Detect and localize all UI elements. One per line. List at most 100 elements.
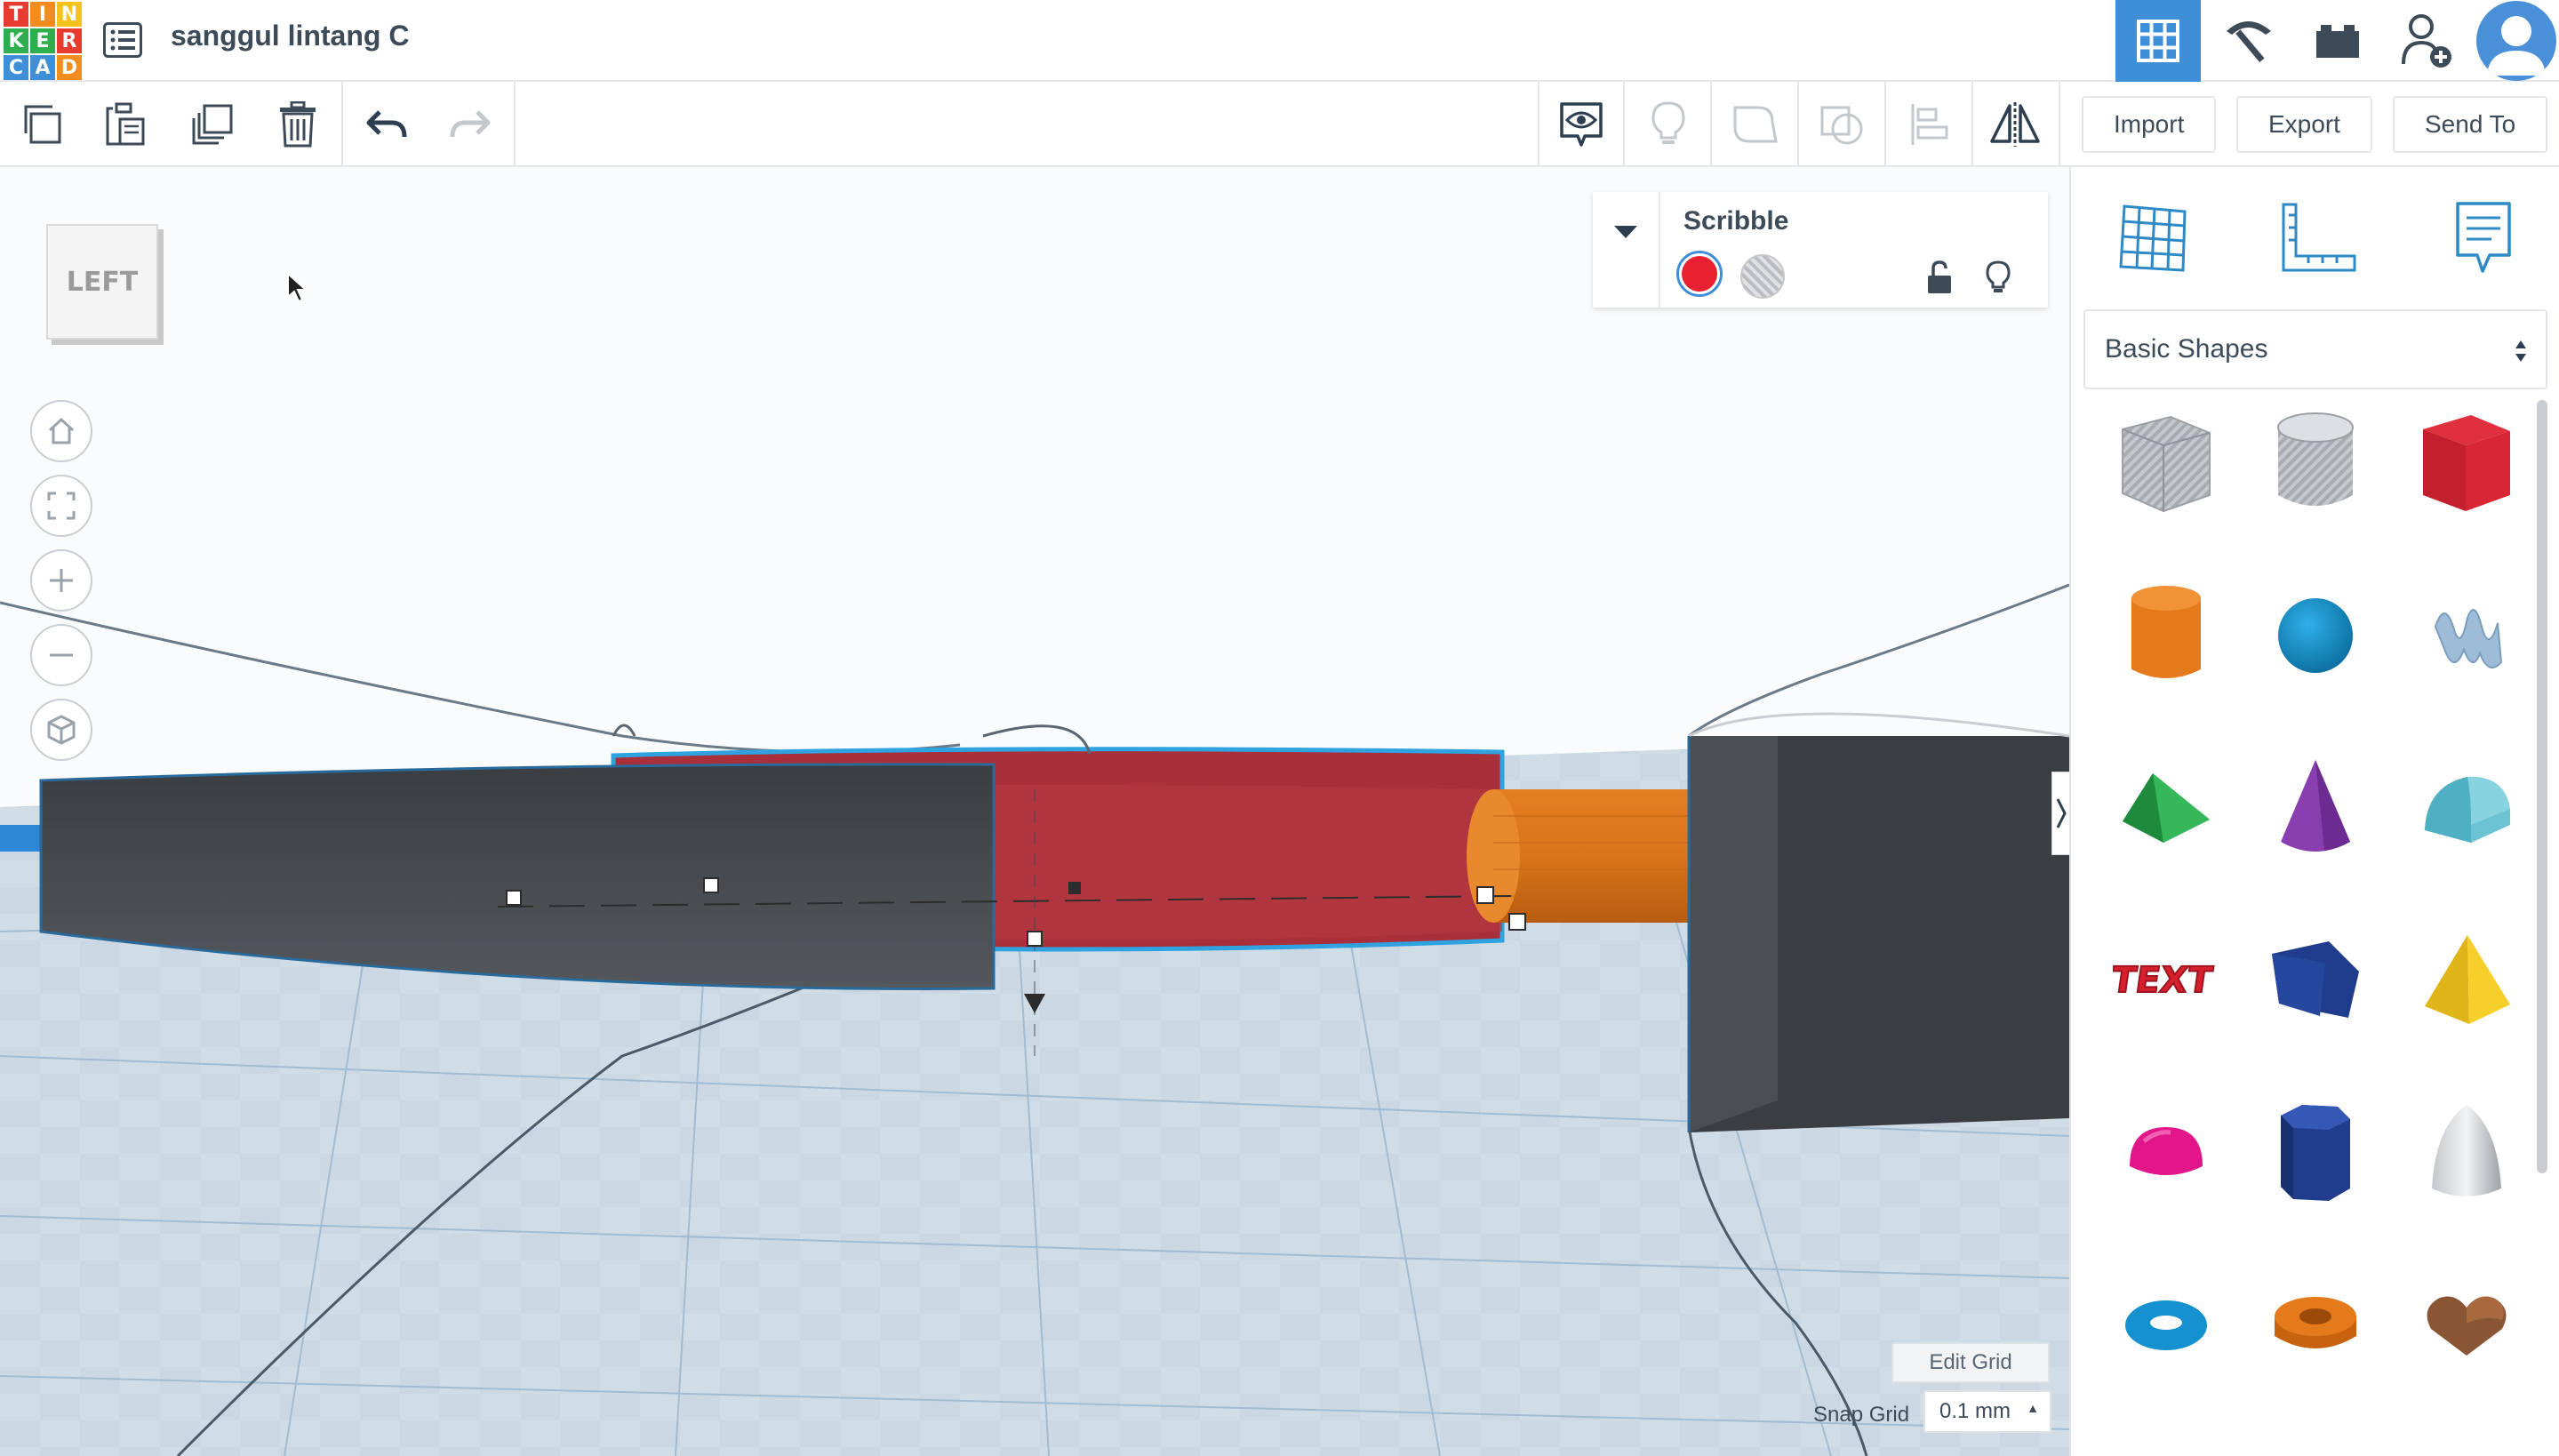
view-cube[interactable]: LEFT	[46, 224, 167, 345]
tinkercad-logo[interactable]: T I N K E R C A D	[2, 0, 82, 80]
fit-view-button[interactable]	[30, 475, 92, 537]
codeblocks-button[interactable]	[2206, 0, 2291, 82]
show-all-button[interactable]	[1637, 94, 1699, 155]
solid-color-swatch[interactable]	[1676, 251, 1723, 297]
zoom-out-button[interactable]	[30, 624, 92, 686]
toolbar-divider	[1971, 82, 1973, 167]
design-list-button[interactable]	[100, 18, 146, 62]
text-shape-icon: TEXT	[2113, 959, 2216, 1002]
shape-round-roof[interactable]	[2409, 750, 2524, 866]
undo-button[interactable]	[356, 94, 418, 155]
logo-letter: D	[57, 55, 82, 80]
invite-user-icon	[2402, 14, 2451, 68]
send-to-button[interactable]: Send To	[2393, 96, 2548, 153]
copy-button[interactable]	[11, 94, 73, 155]
user-avatar-button[interactable]	[2473, 0, 2559, 82]
edit-grid-button[interactable]: Edit Grid	[1891, 1342, 2050, 1383]
3d-design-button[interactable]	[2115, 0, 2201, 82]
shape-scribble[interactable]	[2409, 578, 2524, 693]
toolbar-divider	[514, 82, 516, 167]
snap-grid-select[interactable]: 0.1 mm ▲	[1923, 1390, 2051, 1433]
shape-pyramid[interactable]	[2409, 923, 2524, 1038]
zoom-in-button[interactable]	[30, 549, 92, 612]
align-icon	[1911, 104, 1948, 145]
shape-text[interactable]: TEXT	[2108, 923, 2224, 1038]
toolbar-divider	[1710, 82, 1712, 167]
logo-letter: T	[4, 2, 28, 27]
shape-box-hole[interactable]	[2108, 405, 2224, 521]
shape-box[interactable]	[2409, 405, 2524, 521]
paste-button[interactable]	[94, 94, 156, 155]
lock-button[interactable]	[1922, 258, 1957, 297]
ungroup-icon	[1820, 106, 1863, 145]
shape-category-select[interactable]: Basic Shapes	[2083, 309, 2547, 389]
delete-button[interactable]	[267, 94, 329, 155]
ungroup-button[interactable]	[1811, 94, 1874, 155]
polygon-prism-icon	[2272, 941, 2359, 1018]
hide-button[interactable]	[1980, 258, 2016, 297]
paste-icon	[106, 102, 145, 146]
import-button[interactable]: Import	[2082, 96, 2217, 153]
torus-icon	[2125, 1300, 2207, 1350]
view-cube-face[interactable]: LEFT	[46, 224, 158, 340]
trash-icon	[280, 101, 316, 148]
gray-box-shape[interactable]	[1687, 712, 2069, 1132]
shape-heart[interactable]	[2409, 1268, 2524, 1383]
workplane-button[interactable]	[2108, 194, 2197, 283]
ruler-button[interactable]	[2274, 194, 2363, 283]
list-icon	[103, 22, 142, 58]
paraboloid-icon	[2432, 1105, 2501, 1196]
center-handle[interactable]	[1068, 882, 1081, 894]
snap-grid-label: Snap Grid	[1813, 1403, 1910, 1427]
perspective-button[interactable]	[30, 699, 92, 761]
invite-user-button[interactable]	[2384, 0, 2469, 82]
home-view-button[interactable]	[30, 400, 92, 462]
logo-letter: R	[57, 28, 82, 53]
hole-mode-swatch[interactable]	[1740, 254, 1785, 299]
logo-letter: K	[4, 28, 28, 53]
panel-scrollbar[interactable]	[2537, 400, 2547, 1173]
roof-icon	[2123, 773, 2210, 843]
mouse-cursor	[287, 272, 308, 303]
shape-hexagonal-prism[interactable]	[2258, 1095, 2373, 1211]
shape-torus[interactable]	[2108, 1268, 2224, 1383]
bricks-button[interactable]	[2295, 0, 2380, 82]
shape-cylinder[interactable]	[2108, 578, 2224, 693]
toolbar-divider	[1884, 82, 1886, 167]
toolbar-divider	[1797, 82, 1799, 167]
shape-sphere[interactable]	[2258, 578, 2373, 693]
duplicate-button[interactable]	[181, 94, 244, 155]
updown-caret-icon	[2515, 340, 2526, 362]
collapse-panel-button[interactable]	[2051, 772, 2069, 855]
design-title[interactable]: sanggul lintang C	[171, 20, 409, 52]
inspector-collapse-button[interactable]	[1593, 192, 1660, 308]
workplane-canvas[interactable]: LEFT Scribble Edit Grid Snap Grid 0.1 mm…	[0, 167, 2069, 1456]
shape-paraboloid[interactable]	[2409, 1095, 2524, 1211]
shape-tube[interactable]	[2258, 1268, 2373, 1383]
shape-inspector: Scribble	[1593, 192, 2048, 308]
minus-icon	[50, 653, 73, 657]
top-bar: T I N K E R C A D sanggul lintang C	[0, 0, 2559, 82]
orange-cylinder-shape[interactable]	[1467, 789, 1715, 923]
shape-polygon[interactable]	[2258, 923, 2373, 1038]
notes-button[interactable]	[2439, 194, 2528, 283]
shape-half-sphere[interactable]	[2108, 1095, 2224, 1211]
show-hidden-button[interactable]	[1550, 94, 1612, 155]
shape-cone[interactable]	[2258, 750, 2373, 866]
shape-cylinder-hole[interactable]	[2258, 405, 2373, 521]
export-button[interactable]: Export	[2236, 96, 2372, 153]
shape-roof[interactable]	[2108, 750, 2224, 866]
shapes-panel: Basic Shapes TEXT	[2069, 167, 2559, 1456]
home-icon	[48, 417, 75, 444]
shape-name[interactable]: Scribble	[1683, 206, 1788, 236]
mirror-button[interactable]	[1984, 94, 2046, 155]
group-button[interactable]	[1724, 94, 1787, 155]
unlock-icon	[1928, 260, 1951, 293]
logo-letter: A	[30, 55, 55, 80]
svg-text:TEXT: TEXT	[2113, 960, 2215, 1001]
tube-icon	[2275, 1297, 2356, 1348]
redo-button[interactable]	[439, 94, 501, 155]
chevron-right-icon	[2056, 798, 2067, 828]
align-button[interactable]	[1899, 94, 1961, 155]
3d-scene[interactable]	[0, 167, 2069, 1456]
